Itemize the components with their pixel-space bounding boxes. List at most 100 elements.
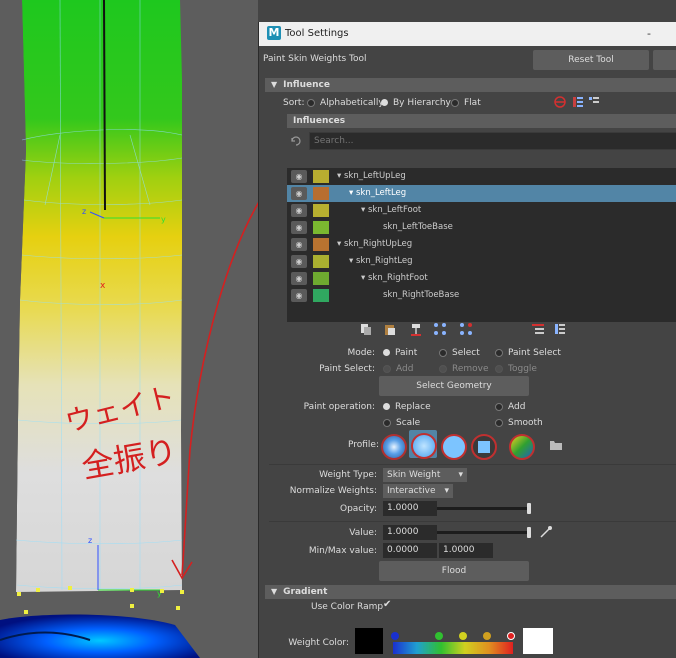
- profile-gaussian-icon[interactable]: [381, 434, 407, 460]
- profile-soft-icon[interactable]: [411, 433, 437, 459]
- expand-arrow-icon: ▾: [337, 171, 344, 181]
- value-slider-knob[interactable]: [527, 527, 531, 538]
- min-value-field[interactable]: 0.0000: [383, 543, 437, 558]
- paint-op-scale-radio[interactable]: Scale: [383, 418, 420, 428]
- influence-label: ▾ skn_RightFoot: [361, 273, 428, 283]
- value-slider-track[interactable]: [437, 531, 529, 534]
- eyedropper-icon[interactable]: [539, 525, 553, 539]
- influence-section-header[interactable]: ▼ Influence: [265, 78, 676, 92]
- paint-select-label: Paint Select:: [319, 364, 375, 374]
- reset-tool-button[interactable]: Reset Tool: [533, 50, 649, 70]
- divider: [269, 464, 676, 465]
- weight-hammer-icon[interactable]: [409, 322, 423, 336]
- collapse-arrow-icon: ▼: [271, 587, 278, 596]
- opacity-field[interactable]: 1.0000: [383, 501, 437, 516]
- expand-arrow-icon: ▾: [349, 188, 356, 198]
- gradient-section-header[interactable]: ▼ Gradient: [265, 585, 676, 599]
- sort-alphabetically-radio[interactable]: Alphabetically: [307, 98, 384, 108]
- divider: [269, 521, 676, 522]
- lock-eye-icon[interactable]: ◉: [291, 187, 307, 200]
- flood-button[interactable]: Flood: [379, 561, 529, 581]
- weight-color-swatch-black[interactable]: [355, 628, 383, 654]
- list-item[interactable]: ◉ ▾ skn_RightUpLeg: [287, 236, 676, 253]
- paste-weights-icon[interactable]: [383, 322, 397, 336]
- influence-color-swatch: [313, 272, 329, 285]
- opacity-slider-knob[interactable]: [527, 503, 531, 514]
- axis-z-label: z: [82, 207, 86, 216]
- help-button[interactable]: [653, 50, 676, 70]
- show-influences-icon[interactable]: [459, 322, 473, 336]
- window-titlebar[interactable]: M Tool Settings -: [259, 22, 676, 46]
- paint-op-replace-radio[interactable]: Replace: [383, 402, 431, 412]
- axis-y-label: y: [161, 215, 166, 224]
- opacity-slider-track[interactable]: [437, 507, 529, 510]
- list-item[interactable]: ◉ ▾ skn_LeftFoot: [287, 202, 676, 219]
- paint-op-smooth-radio[interactable]: Smooth: [495, 418, 543, 428]
- profile-square-icon[interactable]: [471, 434, 497, 460]
- influence-label: ▾ skn_LeftLeg: [349, 188, 407, 198]
- color-ramp[interactable]: [391, 630, 515, 658]
- normalize-weights-label: Normalize Weights:: [289, 486, 377, 496]
- weight-type-dropdown[interactable]: Skin Weight ▾: [383, 468, 467, 482]
- mode-paint-radio[interactable]: Paint: [383, 348, 417, 358]
- max-value-field[interactable]: 1.0000: [439, 543, 493, 558]
- lock-eye-icon[interactable]: ◉: [291, 255, 307, 268]
- use-color-ramp-label: Use Color Ramp: [311, 602, 384, 612]
- list-item[interactable]: ◉ ▾ skn_LeftUpLeg: [287, 168, 676, 185]
- profile-image-icon[interactable]: [509, 434, 535, 460]
- profile-solid-icon[interactable]: [441, 434, 467, 460]
- ramp-handle-icon: [435, 632, 443, 640]
- viewport-3d[interactable]: y z x z y ウェイト 全振り: [0, 0, 258, 658]
- list-item[interactable]: ◉ ▾ skn_RightFoot: [287, 270, 676, 287]
- move-weights-icon[interactable]: [433, 322, 447, 336]
- influences-list[interactable]: ◉ ▾ skn_LeftUpLeg ◉ ▾ skn_LeftLeg ◉ ▾ sk…: [287, 168, 676, 322]
- weight-color-swatch-white[interactable]: [523, 628, 553, 654]
- mode-select-radio[interactable]: Select: [439, 348, 480, 358]
- lock-eye-icon[interactable]: ◉: [291, 170, 307, 183]
- use-color-ramp-checkbox[interactable]: ✔: [383, 600, 393, 610]
- tool-settings-window: M Tool Settings - Paint Skin Weights Too…: [258, 22, 676, 658]
- expand-arrow-icon: ▾: [361, 273, 368, 283]
- folder-icon[interactable]: [549, 438, 563, 452]
- list-item[interactable]: ◉ ▾ skn_RightLeg: [287, 253, 676, 270]
- paint-op-add-radio[interactable]: Add: [495, 402, 525, 412]
- list-item[interactable]: ◉ skn_RightToeBase: [287, 287, 676, 304]
- sort-by-hierarchy-radio[interactable]: By Hierarchy: [381, 98, 451, 108]
- minimize-icon[interactable]: -: [647, 27, 651, 40]
- mode-paint-select-radio[interactable]: Paint Select: [495, 348, 561, 358]
- influence-color-swatch: [313, 221, 329, 234]
- list-item-selected[interactable]: ◉ ▾ skn_LeftLeg: [287, 185, 676, 202]
- copy-weights-icon[interactable]: [359, 322, 373, 336]
- value-field[interactable]: 1.0000: [383, 525, 437, 540]
- lock-eye-icon[interactable]: ◉: [291, 272, 307, 285]
- tree-view-icon[interactable]: [587, 95, 601, 109]
- influence-label: ▾ skn_LeftUpLeg: [337, 171, 406, 181]
- list-item[interactable]: ◉ skn_LeftToeBase: [287, 219, 676, 236]
- axis-z2-label: z: [88, 536, 92, 545]
- opacity-label: Opacity:: [340, 504, 377, 514]
- hierarchy-toggle-icon[interactable]: [553, 322, 567, 336]
- refresh-icon[interactable]: [289, 134, 303, 148]
- lock-eye-icon[interactable]: ◉: [291, 204, 307, 217]
- sort-flat-radio[interactable]: Flat: [451, 98, 481, 108]
- influences-header: Influences: [287, 114, 676, 128]
- lock-eye-icon[interactable]: ◉: [291, 221, 307, 234]
- select-geometry-button[interactable]: Select Geometry: [379, 376, 529, 396]
- influence-color-swatch: [313, 238, 329, 251]
- ramp-gradient-bar: [393, 642, 513, 654]
- influence-color-swatch: [313, 187, 329, 200]
- influence-label: ▾ skn_RightUpLeg: [337, 239, 413, 249]
- list-view-icon[interactable]: [571, 95, 585, 109]
- lock-eye-icon[interactable]: ◉: [291, 289, 307, 302]
- lock-eye-icon[interactable]: ◉: [291, 238, 307, 251]
- list-toggle-icon[interactable]: [531, 322, 545, 336]
- prune-influences-icon[interactable]: [553, 95, 567, 109]
- collapse-arrow-icon: ▼: [271, 80, 278, 89]
- normalize-weights-dropdown[interactable]: Interactive ▾: [383, 484, 453, 498]
- ramp-handle-icon: [459, 632, 467, 640]
- expand-arrow-icon: ▾: [337, 239, 344, 249]
- search-input[interactable]: [309, 132, 676, 150]
- ramp-handle-icon: [483, 632, 491, 640]
- paint-select-add-radio: Add: [383, 364, 413, 374]
- influence-section-title: Influence: [283, 80, 330, 90]
